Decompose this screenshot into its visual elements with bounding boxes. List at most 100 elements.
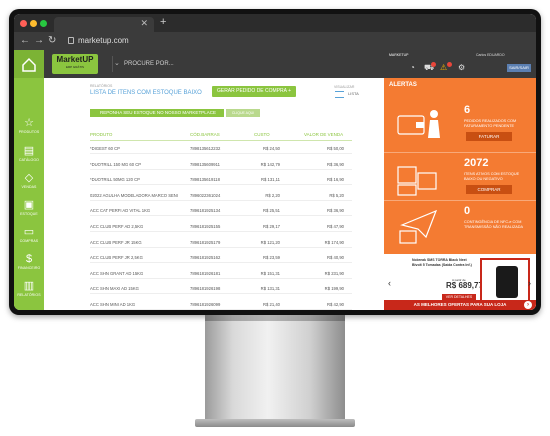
ad-title: Nobreak SMS TORRA Black Next Bivolt 5 To… (412, 258, 472, 267)
address-bar: ← → ↻ marketup.com (14, 32, 536, 50)
marketplace-banner: REPONHA SEU ESTOQUE NO NOSSO MARKETPLACE (90, 109, 224, 117)
sidebar-item-estoque[interactable]: ▣ ESTOQUE (14, 194, 44, 222)
cell-price: R$ 199,90 (324, 286, 344, 292)
back-icon[interactable]: ← (20, 35, 30, 46)
sidebar-item-produtos[interactable]: ☆ PRODUTOS (14, 112, 44, 140)
monitor-frame: ✕ + ← → ↻ marketup.com ☆ PRODUTOS ▤ CATÁ… (9, 9, 541, 315)
cell-product: *DIGEST 60 CP (90, 146, 120, 151)
logout-button[interactable]: SAIR/SAIR (507, 64, 531, 72)
search-input[interactable]: PROCURE POR... (124, 61, 174, 67)
ups-product-icon (496, 266, 518, 298)
chevron-left-icon[interactable]: ‹ (388, 278, 391, 288)
table-row[interactable]: ACC SHN MINI AD 1KG 7896181926099 R$ 21,40… (90, 298, 352, 310)
forward-icon[interactable]: → (34, 35, 44, 46)
browser-titlebar: ✕ + (14, 14, 536, 32)
view-select[interactable]: LISTA (348, 91, 359, 96)
cell-barcode: 7896181926181 (190, 270, 221, 276)
list-view-icon[interactable] (335, 91, 344, 98)
cell-barcode: 7896181925134 (190, 208, 221, 214)
cell-barcode: 7896181925155 (190, 224, 221, 229)
cell-product: ACC SHN MAXI AD 15KG (90, 286, 139, 292)
alerts-title: ALERTAS (389, 82, 417, 88)
wallet-illustration-icon (397, 110, 440, 138)
marketup-logo[interactable]: MarketUP ERP GRÁTIS (52, 54, 98, 74)
cart-icon: ▤ (23, 145, 35, 157)
cell-cost: R$ 29,17 (263, 224, 280, 229)
cell-barcode: 7896181926198 (190, 286, 221, 292)
close-tab-icon[interactable]: ✕ (140, 18, 148, 29)
money-bag-icon: $ (25, 253, 33, 265)
gauge-icon[interactable]: ◔ (410, 63, 415, 72)
cell-price: R$ 5,20 (329, 192, 344, 198)
new-tab-icon[interactable]: + (160, 16, 166, 28)
cell-price: R$ 36,90 (327, 208, 344, 214)
sidebar-item-compras[interactable]: ▭ COMPRAS (14, 221, 44, 249)
topbar-title: MARKETUP (389, 53, 409, 57)
table-row[interactable]: *DUOTRILL 50MG 120 CP 7898135619118 R$ 131… (90, 173, 352, 186)
table-row[interactable]: ACC SHN GRANT AD 15KG 7896181926181 R$ 151… (90, 267, 352, 279)
notification-badge (431, 62, 436, 67)
cell-cost: R$ 151,31 (260, 270, 280, 276)
cell-cost: R$ 21,40 (263, 302, 280, 307)
cell-product: ACC CLUB PERF JR 2,5KG (90, 255, 143, 261)
app-topbar: MarketUP ERP GRÁTIS ⌄ PROCURE POR... (44, 50, 384, 78)
buy-button[interactable]: COMPRAR (466, 185, 512, 194)
table-row[interactable]: 02022 AGULHA MODELADORA MARCO SENI 789602… (90, 189, 352, 201)
alert-low-stock: 2072 ITENS ATIVOS COM ESTOQUE BAIXO OU N… (384, 153, 536, 205)
cell-cost: R$ 131,11 (260, 177, 280, 183)
cell-product: *DUOTRILL 50MG 120 CP (90, 177, 140, 183)
generate-purchase-order-button[interactable]: GERAR PEDIDO DE COMPRA + (212, 86, 296, 97)
cell-cost: R$ 25,51 (263, 208, 280, 214)
cell-barcode: 7896022361024 (190, 192, 221, 198)
table-row[interactable]: ACC CLUB PERF JR 2,5KG 7896181925162 R$ 23… (90, 251, 352, 264)
chevron-down-icon[interactable]: ⌄ (114, 59, 120, 67)
sidebar-item-catalogo[interactable]: ▤ CATÁLOGO (14, 140, 44, 168)
tag-icon: ◇ (24, 172, 34, 184)
reload-icon[interactable]: ↻ (48, 35, 56, 46)
browser-tab[interactable]: ✕ (54, 17, 154, 32)
divider (112, 56, 113, 72)
table-row[interactable]: ACC SHN MAXI AD 15KG 7896181926198 R$ 131,… (90, 282, 352, 295)
page-header: RELATÓRIOS LISTA DE ITENS COM ESTOQUE BA… (44, 78, 384, 104)
table-row[interactable]: ACC CLUB PERF JR 15KG 7896181925179 R$ 121… (90, 236, 352, 248)
sidebar-item-relatorios[interactable]: ▥ RELATÓRIOS (14, 275, 44, 303)
cell-barcode: 7898135609911 (190, 161, 220, 167)
marketplace-banner-button[interactable]: CLIQUE AQUI (226, 109, 260, 117)
cell-cost: R$ 23,59 (263, 255, 280, 261)
table-row[interactable]: *DUOTRILL 150 MG 60 CP 7898135609911 R$ 14… (90, 158, 352, 170)
column-header-custo[interactable]: CUSTO (254, 132, 270, 137)
notification-badge (447, 62, 452, 67)
close-window-button[interactable] (20, 20, 27, 27)
sidebar-item-vendas[interactable]: ◇ VENDAS (14, 167, 44, 195)
box-icon: ▣ (23, 199, 35, 211)
star-icon: ☆ (24, 117, 34, 129)
cell-price: R$ 16,90 (327, 177, 344, 183)
table-row[interactable]: *DIGEST 60 CP 7898135612232 R$ 24,50 R$ 50,… (90, 142, 352, 154)
invoice-button[interactable]: FATURAR (466, 132, 512, 141)
gear-icon[interactable]: ⚙ (458, 63, 465, 72)
home-button[interactable] (14, 50, 44, 78)
arrow-right-icon[interactable]: › (524, 301, 532, 309)
bar-chart-icon: ▥ (23, 280, 35, 292)
maximize-window-button[interactable] (40, 20, 47, 27)
cell-price: R$ 40,90 (327, 255, 344, 261)
ad-price: R$ 689,77 (446, 281, 483, 290)
column-header-valor[interactable]: VALOR DE VENDA (304, 132, 343, 137)
url-field[interactable]: marketup.com (78, 36, 129, 45)
page-title: LISTA DE ITENS COM ESTOQUE BAIXO (90, 90, 202, 96)
table-row[interactable]: ACC CAT PERFI AD VITAL 1KG 7896181925134 R… (90, 204, 352, 217)
alert-pending-orders: 6 PEDIDOS REALIZADOS COM FATURAMENTO PEN… (384, 100, 536, 152)
table-row[interactable]: ACC CLUB PERF AD 2,5KG 7896181925155 R$ 29… (90, 220, 352, 232)
user-topbar: MARKETUP Carlos EDUARDO ◔ ⛟ ⚠ ⚙ SAIR/SAI… (384, 50, 536, 78)
cell-cost: R$ 142,79 (260, 161, 280, 167)
column-header-produto[interactable]: PRODUTO (90, 132, 112, 137)
cell-product: 02022 AGULHA MODELADORA MARCO SENI (90, 192, 178, 198)
column-header-codigo[interactable]: CÓD.BARRAS (190, 132, 220, 137)
cell-barcode: 7898135612232 (190, 146, 221, 151)
cell-price: R$ 174,90 (324, 239, 344, 245)
chevron-right-icon[interactable]: › (528, 278, 531, 288)
best-offers-bar[interactable]: AS MELHORES OFERTAS PARA SUA LOJA › (384, 300, 536, 310)
sidebar-item-financeiro[interactable]: $ FINANCEIRO (14, 248, 44, 276)
minimize-window-button[interactable] (30, 20, 37, 27)
cell-product: *DUOTRILL 150 MG 60 CP (90, 161, 142, 167)
